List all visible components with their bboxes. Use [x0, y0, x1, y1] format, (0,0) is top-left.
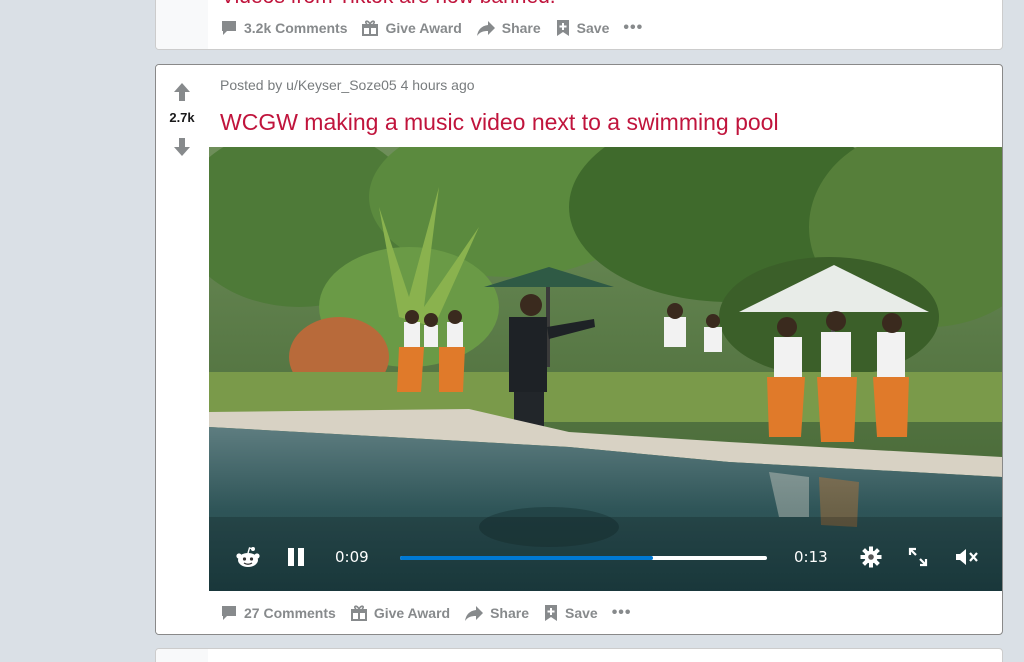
save-label: Save	[565, 605, 598, 621]
video-frame	[209, 147, 1002, 591]
previous-post-card[interactable]: Videos from Tiktok are now banned. 3.2k …	[155, 0, 1003, 50]
comments-label: 3.2k Comments	[244, 20, 348, 36]
share-label: Share	[501, 20, 541, 36]
previous-post-title[interactable]: Videos from Tiktok are now banned.	[221, 0, 556, 9]
gear-icon[interactable]	[860, 546, 882, 573]
post-title[interactable]: WCGW making a music video next to a swim…	[220, 109, 779, 136]
share-label: Share	[490, 605, 529, 621]
current-time: 0:09	[335, 548, 369, 566]
more-options-button[interactable]: •••	[623, 19, 643, 37]
save-label: Save	[576, 20, 610, 36]
expand-icon[interactable]	[908, 547, 928, 572]
save-button[interactable]: Save	[543, 604, 606, 622]
pause-icon[interactable]	[287, 547, 305, 572]
save-button[interactable]: Save	[555, 19, 618, 37]
next-post-card[interactable]	[155, 648, 1003, 662]
share-arrow-icon	[464, 604, 484, 622]
share-button[interactable]: Share	[464, 604, 537, 622]
share-button[interactable]: Share	[476, 19, 549, 37]
comments-label: 27 Comments	[244, 605, 336, 621]
vote-column	[156, 0, 208, 49]
give-award-button[interactable]: Give Award	[350, 604, 458, 622]
give-award-label: Give Award	[373, 605, 451, 621]
comments-button[interactable]: 3.2k Comments	[220, 19, 355, 37]
comment-bubble-icon	[220, 19, 238, 37]
video-duration: 0:13	[794, 548, 828, 566]
video-progress-fill	[400, 556, 654, 560]
post-meta: Posted by u/Keyser_Soze05 4 hours ago	[220, 77, 475, 93]
reddit-alien-icon[interactable]	[236, 546, 260, 573]
give-award-button[interactable]: Give Award	[361, 19, 469, 37]
gift-icon	[361, 19, 379, 37]
arrow-down-icon[interactable]	[173, 137, 191, 162]
give-award-label: Give Award	[385, 20, 462, 36]
post-actions: 27 Comments Give Award Share Save •••	[220, 599, 632, 627]
bookmark-plus-icon	[543, 604, 559, 622]
gift-icon	[350, 604, 368, 622]
arrow-up-icon[interactable]	[173, 82, 191, 107]
post-time[interactable]: 4 hours ago	[401, 77, 475, 93]
post-card[interactable]: 2.7k Posted by u/Keyser_Soze05 4 hours a…	[155, 64, 1003, 635]
comment-bubble-icon	[220, 604, 238, 622]
author-link[interactable]: u/Keyser_Soze05	[286, 77, 397, 93]
more-options-button[interactable]: •••	[612, 604, 632, 622]
video-player[interactable]: 0:09 0:13	[209, 147, 1002, 591]
video-controls: 0:09 0:13	[209, 537, 1002, 577]
share-arrow-icon	[476, 19, 496, 37]
comments-button[interactable]: 27 Comments	[220, 604, 344, 622]
speaker-muted-icon[interactable]	[955, 547, 979, 572]
vote-column: 2.7k	[156, 65, 208, 634]
vote-score: 2.7k	[169, 110, 195, 125]
vote-column	[156, 649, 208, 662]
posted-by-prefix: Posted by	[220, 77, 283, 93]
bookmark-plus-icon	[555, 19, 571, 37]
video-progress-bar[interactable]	[400, 556, 767, 560]
post-actions: 3.2k Comments Give Award Share Save •••	[220, 14, 643, 42]
